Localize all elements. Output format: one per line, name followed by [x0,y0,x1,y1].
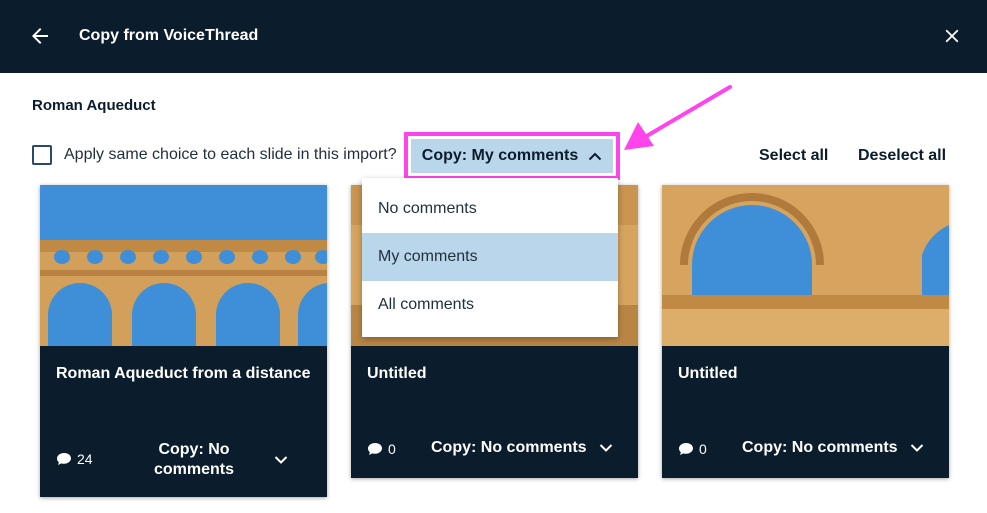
slide-card[interactable]: Untitled 0 Copy: No comments [662,185,949,478]
comment-count-value: 0 [699,441,707,457]
apply-same-choice-checkbox[interactable] [32,145,52,165]
comment-bubble-icon [679,443,693,455]
dialog-title: Copy from VoiceThread [79,27,259,44]
comment-bubble-icon [57,453,71,465]
back-button[interactable] [28,24,52,48]
close-button[interactable] [941,25,963,47]
comment-count: 24 [56,451,93,467]
copy-choice-dropdown-button[interactable]: Copy: My comments [411,139,613,173]
comment-bubble-icon [368,443,382,455]
slide-copy-label: Copy: No comments [153,441,235,478]
comment-count-value: 0 [388,441,396,457]
arrow-left-icon [32,28,48,44]
apply-same-choice-label[interactable]: Apply same choice to each slide in this … [64,146,397,164]
slide-title: Untitled [678,365,738,382]
slide-thumbnail [40,185,327,346]
chevron-down-icon [599,444,612,452]
slide-copy-dropdown[interactable]: Copy: No comments [742,439,924,457]
menu-item-no-comments[interactable]: No comments [362,185,618,233]
slide-thumbnail [662,185,949,346]
thread-title: Roman Aqueduct [32,97,156,114]
deselect-all-button[interactable]: Deselect all [858,147,946,165]
apply-same-choice-row: Apply same choice to each slide in this … [32,144,397,166]
comment-count: 0 [678,441,707,457]
copy-choice-menu: No comments My comments All comments [362,178,618,337]
slide-copy-dropdown[interactable]: Copy: No comments [431,439,613,457]
chevron-down-icon [910,444,923,452]
menu-item-my-comments[interactable]: My comments [362,233,618,281]
slide-title: Roman Aqueduct from a distance [56,365,311,382]
close-icon [945,29,959,43]
slide-copy-label: Copy: No comments [742,439,898,456]
dialog-header: Copy from VoiceThread [0,0,987,73]
copy-choice-highlight: Copy: My comments [404,132,620,180]
chevron-down-icon [274,456,288,464]
menu-item-all-comments[interactable]: All comments [362,281,618,329]
chevron-up-icon [589,152,602,161]
slide-card[interactable]: Roman Aqueduct from a distance 24 Copy: … [40,185,327,497]
slide-copy-dropdown[interactable]: Copy: No comments [140,440,290,480]
comment-count: 0 [367,441,396,457]
comment-count-value: 24 [77,451,93,467]
slide-title: Untitled [367,365,427,382]
select-all-button[interactable]: Select all [759,147,828,165]
copy-choice-label: Copy: My comments [421,147,579,164]
slide-copy-label: Copy: No comments [431,439,587,456]
annotation-arrow-icon [624,85,732,150]
